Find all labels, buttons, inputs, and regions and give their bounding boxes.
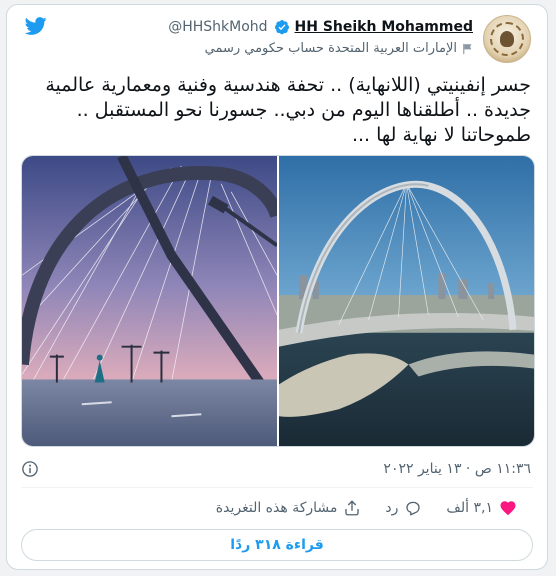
- read-replies-button[interactable]: قراءة ٣١٨ ردًا: [21, 529, 533, 561]
- share-button[interactable]: مشاركة هذه التغريدة: [216, 499, 362, 517]
- tweet-author[interactable]: @HHShkMohd HH Sheikh Mohammed الإمارات ا…: [168, 15, 531, 63]
- flag-icon: [463, 43, 472, 54]
- share-icon: [345, 500, 360, 516]
- reply-button[interactable]: رد: [385, 499, 422, 517]
- info-icon[interactable]: [21, 460, 39, 478]
- tweet-meta: ١١:٣٦ ص · ١٣ يناير ٢٠٢٢: [21, 457, 531, 481]
- verified-badge-icon: [274, 20, 289, 35]
- avatar[interactable]: [483, 15, 531, 63]
- divider: [21, 487, 533, 488]
- bridge-photo-sunset[interactable]: [22, 156, 277, 446]
- share-label: مشاركة هذه التغريدة: [215, 500, 338, 516]
- tweet-text: جسر إنفينيتي (اللانهاية) .. تحفة هندسية …: [45, 74, 531, 146]
- reply-icon: [406, 501, 421, 516]
- affiliation-label: الإمارات العربية المتحدة حساب حكومي رسمي: [204, 41, 457, 56]
- tweet-card: @HHShkMohd HH Sheikh Mohammed الإمارات ا…: [6, 4, 548, 570]
- twitter-bird-icon[interactable]: [23, 15, 49, 37]
- avatar-emblem: [490, 22, 524, 56]
- heart-icon: [500, 501, 516, 516]
- like-button[interactable]: ٣,١ ألف: [446, 499, 517, 517]
- tweet-media[interactable]: [21, 155, 535, 447]
- reply-label: رد: [385, 500, 399, 516]
- tweet-timestamp[interactable]: ١١:٣٦ ص · ١٣ يناير ٢٠٢٢: [383, 461, 531, 477]
- government-affiliation: الإمارات العربية المتحدة حساب حكومي رسمي: [168, 41, 473, 56]
- bridge-photo-aerial[interactable]: [279, 156, 534, 446]
- author-handle[interactable]: @HHShkMohd: [168, 19, 267, 35]
- author-display-name[interactable]: HH Sheikh Mohammed: [295, 19, 473, 35]
- tweet-actions: ٣,١ ألف رد مشاركة هذه التغريدة: [192, 499, 517, 517]
- like-count: ٣,١ ألف: [446, 500, 493, 516]
